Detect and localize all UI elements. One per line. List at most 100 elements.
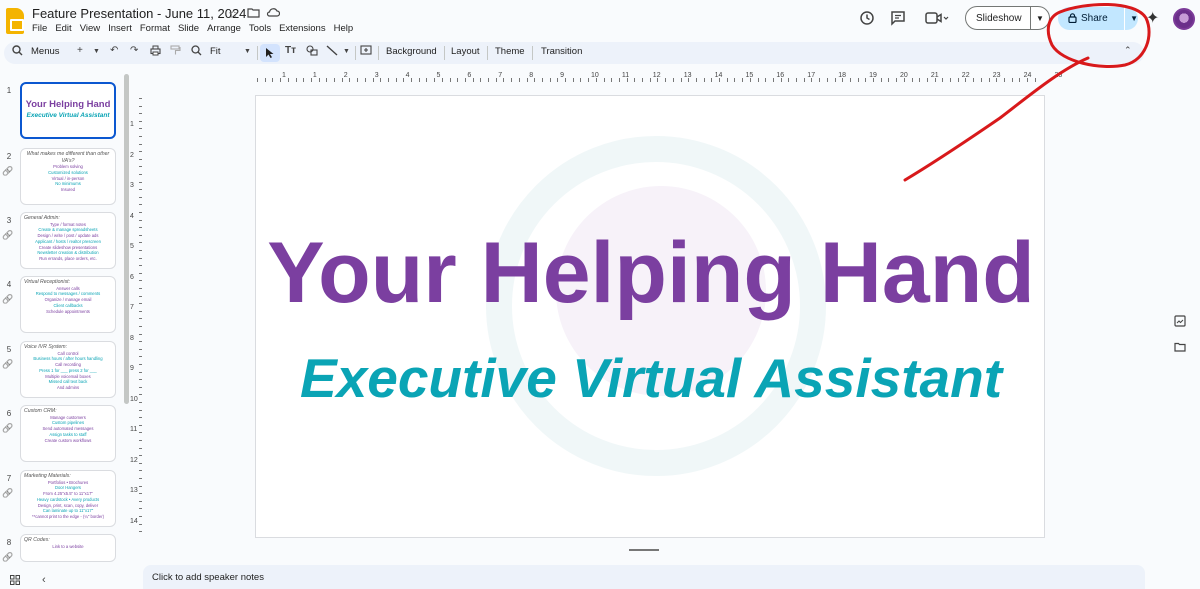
zoom-chevron-down-icon[interactable]: ▼ bbox=[244, 48, 251, 55]
ruler-tick bbox=[264, 78, 266, 82]
account-avatar[interactable] bbox=[1173, 8, 1195, 30]
ruler-tick bbox=[649, 78, 651, 82]
ruler-label: 13 bbox=[130, 487, 138, 494]
paint-format-icon[interactable] bbox=[170, 45, 181, 59]
folder-icon[interactable] bbox=[1174, 342, 1186, 355]
menu-extensions[interactable]: Extensions bbox=[275, 23, 329, 34]
shape-icon[interactable] bbox=[306, 45, 318, 59]
zoom-select[interactable]: Fit bbox=[210, 46, 221, 57]
redo-icon[interactable]: ↷ bbox=[130, 45, 138, 56]
layout-button[interactable]: Layout bbox=[451, 46, 480, 57]
menus-search[interactable]: Menus bbox=[31, 46, 60, 57]
menu-help[interactable]: Help bbox=[330, 23, 358, 34]
ruler-tick bbox=[139, 151, 142, 153]
menu-slide[interactable]: Slide bbox=[174, 23, 203, 34]
document-title[interactable]: Feature Presentation - June 11, 2024 bbox=[32, 6, 246, 21]
linked-slide-icon: 🔗 bbox=[2, 294, 14, 304]
ruler-tick bbox=[139, 303, 142, 305]
linked-slide-icon: 🔗 bbox=[2, 166, 14, 176]
horizontal-ruler[interactable]: 1 1 2 3 4 5 6 7 8 9 10 11 12 13 14 15 16 17 18 19 20 21 22 23 24… bbox=[255, 72, 1062, 82]
collapse-toolbar-chevron-icon[interactable]: ⌃ bbox=[1124, 45, 1132, 56]
filmstrip-scrollbar[interactable] bbox=[124, 74, 129, 404]
move-folder-icon[interactable] bbox=[247, 7, 260, 21]
line-chevron-down-icon[interactable]: ▼ bbox=[343, 48, 350, 55]
comments-icon[interactable] bbox=[890, 10, 906, 30]
menu-edit[interactable]: Edit bbox=[51, 23, 75, 34]
ruler-tick bbox=[865, 78, 867, 82]
slide-thumbnail[interactable]: QR Codes: Link to a website bbox=[20, 534, 116, 562]
menu-file[interactable]: File bbox=[32, 23, 51, 34]
slide-subtitle[interactable]: Executive Virtual Assistant bbox=[256, 346, 1044, 410]
notes-resize-handle[interactable] bbox=[629, 549, 659, 551]
search-icon[interactable] bbox=[12, 45, 23, 59]
meet-video-icon[interactable] bbox=[925, 10, 949, 30]
ruler-label: 8 bbox=[529, 72, 534, 79]
ruler-tick bbox=[139, 379, 142, 381]
slide-title[interactable]: Your Helping Hand bbox=[256, 224, 1044, 323]
slide-thumbnail[interactable]: Virtual Receptionist: Answer calls Respond… bbox=[20, 276, 116, 333]
ruler-tick bbox=[318, 78, 320, 82]
cloud-saved-icon[interactable] bbox=[266, 7, 281, 21]
menu-tools[interactable]: Tools bbox=[245, 23, 275, 34]
speaker-notes[interactable]: Click to add speaker notes bbox=[143, 565, 1145, 589]
keep-notes-icon[interactable] bbox=[1174, 315, 1186, 330]
ruler-tick bbox=[934, 78, 936, 82]
slide-canvas[interactable]: Your Helping Hand Executive Virtual Assi… bbox=[255, 95, 1045, 538]
menu-arrange[interactable]: Arrange bbox=[203, 23, 245, 34]
slide-thumbnail[interactable]: General Admin: Type / format notes Create … bbox=[20, 212, 116, 269]
chevron-down-icon[interactable]: ▼ bbox=[1031, 14, 1044, 23]
undo-icon[interactable]: ↶ bbox=[110, 45, 118, 56]
ruler-tick bbox=[665, 78, 667, 82]
slide-thumbnail[interactable]: Marketing Materials: Portfolios • Brochur… bbox=[20, 470, 116, 527]
slides-logo-icon[interactable] bbox=[6, 8, 24, 34]
slide-thumbnail[interactable]: Custom CRM: Manage customers Custom pipeli… bbox=[20, 405, 116, 462]
transition-button[interactable]: Transition bbox=[541, 46, 582, 57]
background-button[interactable]: Background bbox=[386, 46, 437, 57]
ruler-tick bbox=[139, 143, 142, 145]
ruler-tick bbox=[139, 432, 142, 434]
add-comment-icon[interactable] bbox=[360, 45, 372, 59]
ruler-tick bbox=[719, 78, 720, 82]
collapse-filmstrip-icon[interactable]: ‹ bbox=[42, 574, 46, 586]
ruler-tick bbox=[139, 158, 142, 160]
share-button[interactable]: Share ▼ bbox=[1058, 7, 1138, 30]
share-chevron-down-icon[interactable]: ▼ bbox=[1125, 14, 1138, 23]
thumb-line: Heavy cardstock • Avery products bbox=[36, 496, 100, 502]
ruler-tick bbox=[449, 78, 451, 82]
menu-view[interactable]: View bbox=[76, 23, 104, 34]
slideshow-button[interactable]: Slideshow ▼ bbox=[965, 6, 1050, 30]
vertical-ruler[interactable]: 1 2 3 4 5 6 7 8 9 10 11 12 13 14 bbox=[130, 95, 142, 535]
slide-thumbnail[interactable]: Voice IVR System: Call control Business ho… bbox=[20, 341, 116, 398]
ruler-label: 12 bbox=[130, 456, 138, 464]
ruler-tick bbox=[749, 78, 751, 82]
new-slide-layout-chevron-icon[interactable]: ▼ bbox=[93, 48, 100, 55]
version-history-icon[interactable] bbox=[859, 10, 875, 30]
line-icon[interactable] bbox=[326, 45, 338, 59]
ruler-tick bbox=[418, 78, 420, 82]
new-slide-icon[interactable]: + bbox=[77, 45, 83, 56]
print-icon[interactable] bbox=[150, 45, 161, 59]
grid-view-icon[interactable] bbox=[10, 575, 20, 588]
ruler-tick bbox=[549, 78, 551, 82]
slide-thumbnail[interactable]: Your Helping Hand Executive Virtual Assis… bbox=[20, 82, 116, 139]
menu-insert[interactable]: Insert bbox=[104, 23, 136, 34]
slide-number: 3 bbox=[6, 216, 12, 225]
ruler-tick bbox=[139, 440, 142, 441]
gemini-sparkle-icon[interactable]: ✦ bbox=[1146, 8, 1159, 28]
ruler-label: 8 bbox=[130, 334, 134, 342]
ruler-tick bbox=[139, 356, 142, 358]
text-box-icon[interactable]: Tт bbox=[285, 45, 296, 56]
ruler-tick bbox=[139, 485, 142, 487]
star-icon[interactable]: ☆ bbox=[228, 7, 239, 21]
ruler-tick bbox=[139, 181, 142, 183]
select-tool-button[interactable] bbox=[260, 44, 280, 62]
theme-button[interactable]: Theme bbox=[495, 46, 525, 57]
slide-filmstrip: 1 Your Helping Hand Executive Virtual Assi… bbox=[0, 72, 124, 562]
ruler-tick bbox=[139, 272, 142, 274]
ruler-tick bbox=[434, 78, 436, 82]
slide-thumbnail[interactable]: What makes me different than other VA's?… bbox=[20, 148, 116, 205]
menu-format[interactable]: Format bbox=[136, 23, 174, 34]
zoom-icon[interactable] bbox=[191, 45, 202, 59]
menu-bar: File Edit View Insert Format Slide Arran… bbox=[32, 23, 357, 34]
ruler-tick bbox=[1034, 78, 1036, 82]
